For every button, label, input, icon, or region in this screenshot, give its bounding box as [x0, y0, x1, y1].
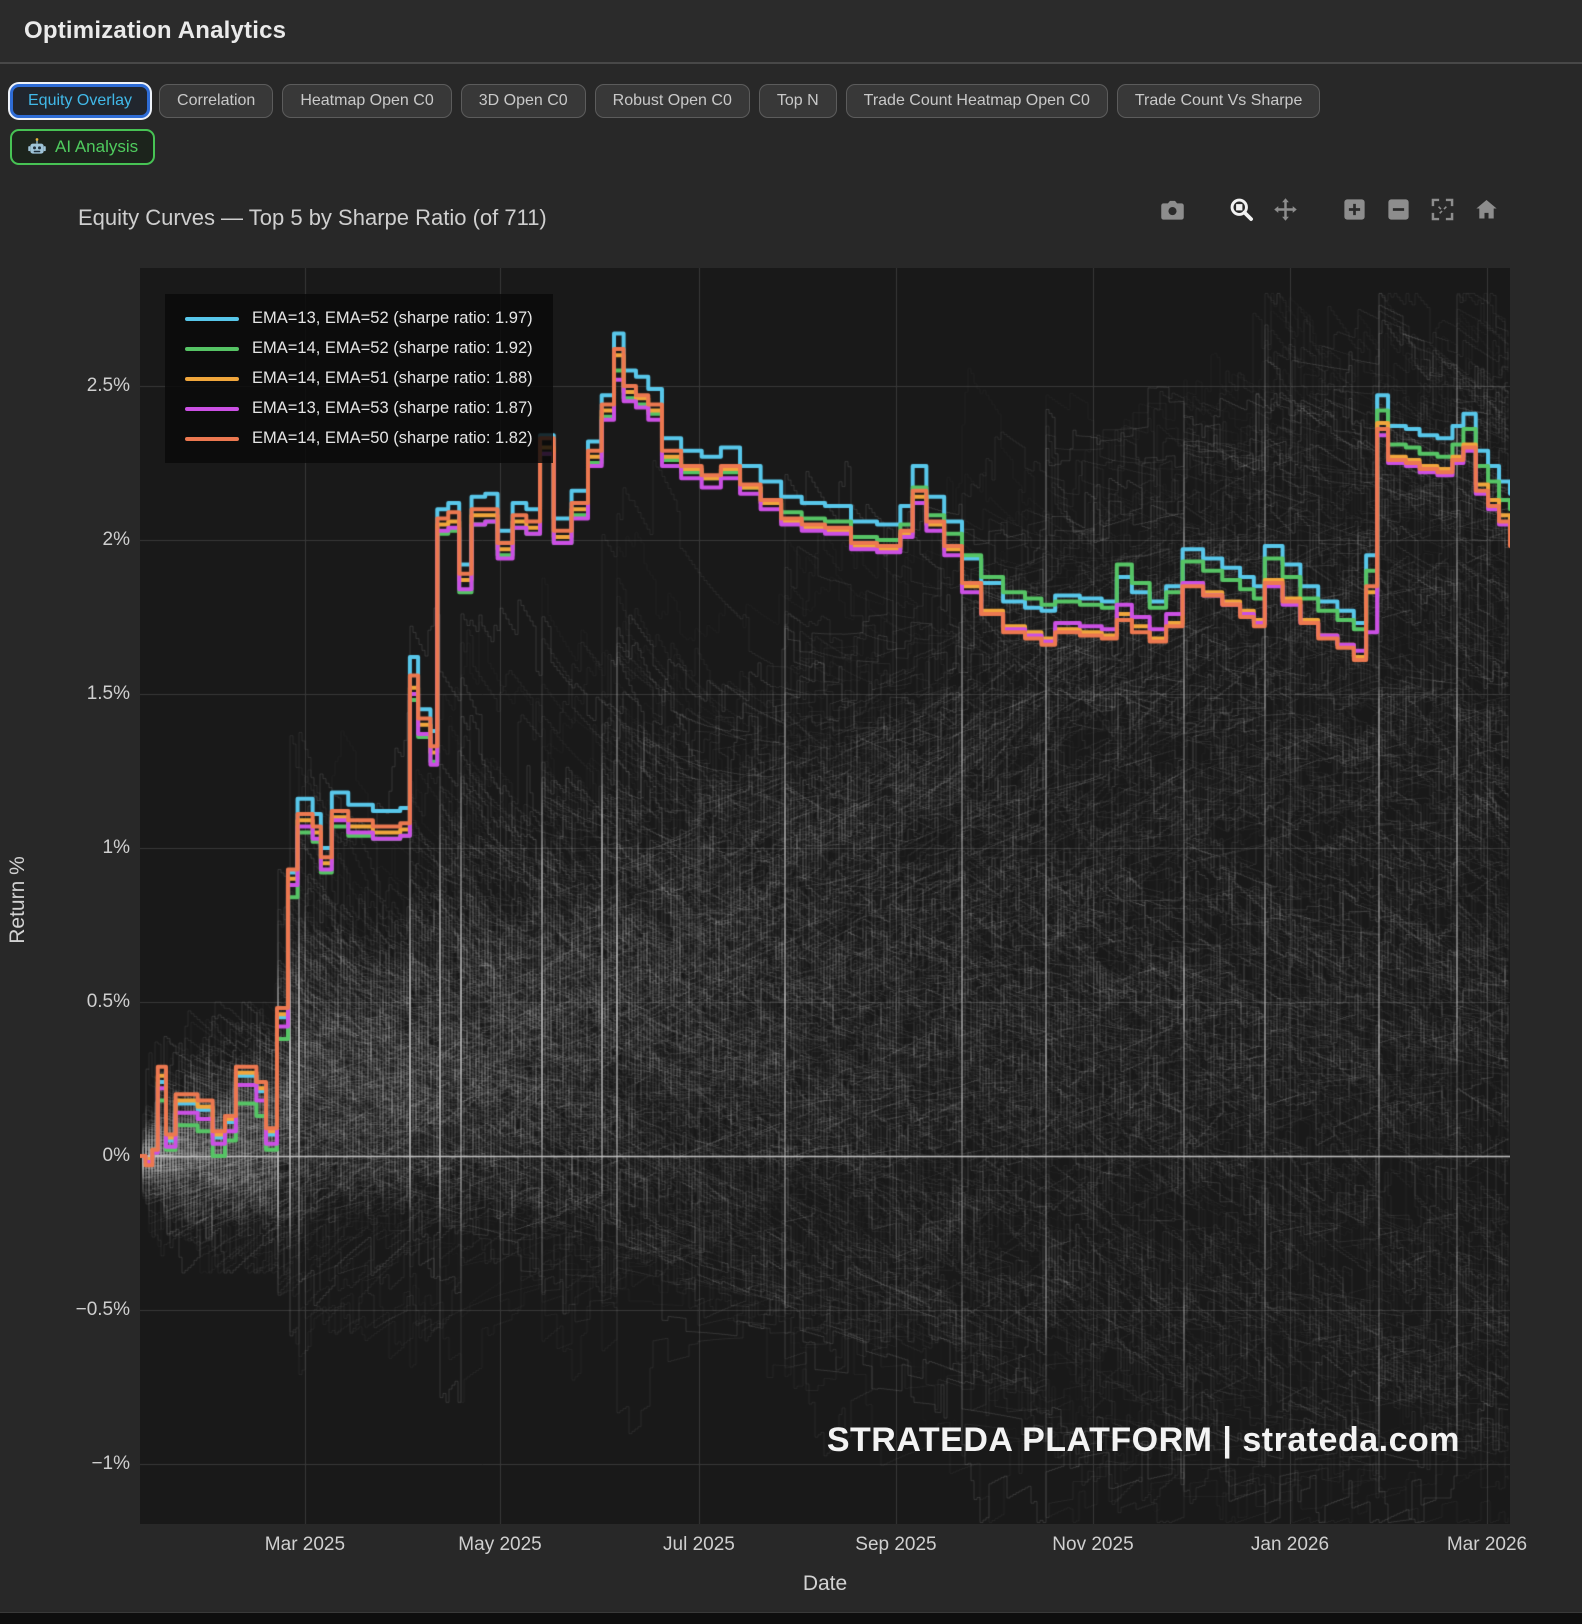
legend-item-ema-14-ema-50[interactable]: EMA=14, EMA=50 (sharpe ratio: 1.82) — [185, 429, 533, 448]
pan-icon[interactable] — [1272, 196, 1299, 223]
plot-area[interactable]: EMA=13, EMA=52 (sharpe ratio: 1.97) EMA=1… — [140, 268, 1510, 1524]
footer-strip — [0, 1612, 1582, 1624]
ai-analysis-label: AI Analysis — [55, 137, 138, 157]
y-tick--0.5: −0.5% — [5, 1299, 130, 1321]
reset-home-icon[interactable] — [1473, 196, 1500, 223]
legend-swatch — [185, 347, 239, 351]
legend-swatch — [185, 317, 239, 321]
legend-label: EMA=13, EMA=53 (sharpe ratio: 1.87) — [252, 399, 533, 418]
y-tick-0: 0% — [5, 1145, 130, 1167]
x-tick-nov-2025: Nov 2025 — [1013, 1534, 1173, 1556]
page-title: Optimization Analytics — [24, 17, 286, 45]
zoom-out-icon[interactable] — [1385, 196, 1412, 223]
page-header: Optimization Analytics — [0, 0, 1582, 64]
camera-icon[interactable] — [1159, 196, 1186, 223]
x-tick-jan-2026: Jan 2026 — [1210, 1534, 1370, 1556]
legend-swatch — [185, 437, 239, 441]
x-tick-mar-2025: Mar 2025 — [225, 1534, 385, 1556]
watermark: STRATEDA PLATFORM | strateda.com — [827, 1421, 1460, 1460]
robot-icon — [27, 137, 47, 157]
y-tick--1: −1% — [5, 1453, 130, 1475]
legend-label: EMA=14, EMA=51 (sharpe ratio: 1.88) — [252, 369, 533, 388]
chart-legend: EMA=13, EMA=52 (sharpe ratio: 1.97) EMA=1… — [165, 294, 553, 463]
tab-correlation[interactable]: Correlation — [159, 84, 273, 118]
plot-modebar — [1159, 196, 1500, 223]
x-tick-sep-2025: Sep 2025 — [816, 1534, 976, 1556]
legend-label: EMA=14, EMA=52 (sharpe ratio: 1.92) — [252, 339, 533, 358]
y-axis-title: Return % — [6, 820, 30, 980]
zoom-box-icon[interactable] — [1228, 196, 1255, 223]
zoom-in-icon[interactable] — [1341, 196, 1368, 223]
legend-label: EMA=14, EMA=50 (sharpe ratio: 1.82) — [252, 429, 533, 448]
optimization-analytics-page: Optimization Analytics Equity Overlay Cor… — [0, 0, 1582, 1624]
legend-item-ema-14-ema-51[interactable]: EMA=14, EMA=51 (sharpe ratio: 1.88) — [185, 369, 533, 388]
y-tick-2: 2% — [5, 529, 130, 551]
tab-heatmap-open-c0[interactable]: Heatmap Open C0 — [282, 84, 451, 118]
x-tick-may-2025: May 2025 — [420, 1534, 580, 1556]
tab-3d-open-c0[interactable]: 3D Open C0 — [461, 84, 586, 118]
y-tick-0.5: 0.5% — [5, 991, 130, 1013]
legend-swatch — [185, 377, 239, 381]
tab-trade-count-vs-sharpe[interactable]: Trade Count Vs Sharpe — [1117, 84, 1321, 118]
tab-top-n[interactable]: Top N — [759, 84, 837, 118]
y-tick-1.5: 1.5% — [5, 683, 130, 705]
y-tick-2.5: 2.5% — [5, 375, 130, 397]
legend-item-ema-13-ema-52[interactable]: EMA=13, EMA=52 (sharpe ratio: 1.97) — [185, 309, 533, 328]
tab-robust-open-c0[interactable]: Robust Open C0 — [595, 84, 750, 118]
legend-label: EMA=13, EMA=52 (sharpe ratio: 1.97) — [252, 309, 533, 328]
x-axis-title: Date — [745, 1572, 905, 1596]
legend-item-ema-14-ema-52[interactable]: EMA=14, EMA=52 (sharpe ratio: 1.92) — [185, 339, 533, 358]
ai-analysis-button[interactable]: AI Analysis — [10, 129, 155, 165]
tab-row: Equity Overlay Correlation Heatmap Open C0… — [10, 84, 1320, 118]
autoscale-icon[interactable] — [1429, 196, 1456, 223]
tab-trade-count-heatmap-open-c0[interactable]: Trade Count Heatmap Open C0 — [846, 84, 1108, 118]
x-tick-mar-2026: Mar 2026 — [1407, 1534, 1567, 1556]
tab-equity-overlay[interactable]: Equity Overlay — [10, 84, 150, 118]
legend-item-ema-13-ema-53[interactable]: EMA=13, EMA=53 (sharpe ratio: 1.87) — [185, 399, 533, 418]
x-tick-jul-2025: Jul 2025 — [619, 1534, 779, 1556]
ai-row: AI Analysis — [10, 129, 155, 165]
legend-swatch — [185, 407, 239, 411]
chart-title: Equity Curves — Top 5 by Sharpe Ratio (o… — [78, 205, 547, 231]
